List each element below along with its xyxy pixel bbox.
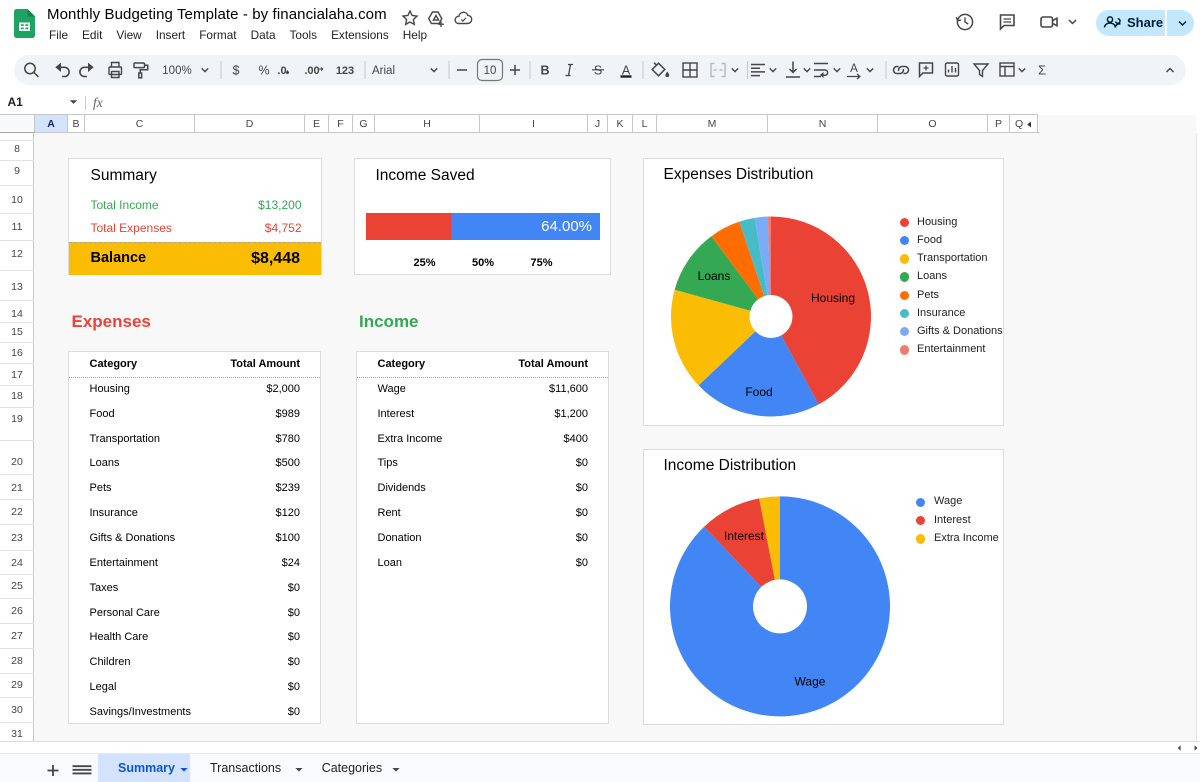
svg-text:$: $ bbox=[233, 64, 240, 78]
svg-text:S: S bbox=[594, 64, 602, 78]
svg-text:123: 123 bbox=[336, 65, 354, 77]
svg-text:.00: .00 bbox=[304, 65, 319, 77]
svg-text:Σ: Σ bbox=[1038, 63, 1046, 78]
svg-text:10: 10 bbox=[484, 65, 497, 77]
svg-text:.0: .0 bbox=[277, 65, 286, 77]
svg-text:Arial: Arial bbox=[372, 65, 395, 77]
svg-text:%: % bbox=[258, 64, 269, 78]
svg-text:A: A bbox=[850, 63, 858, 75]
svg-text:B: B bbox=[540, 64, 549, 78]
svg-text:100%: 100% bbox=[162, 65, 191, 77]
